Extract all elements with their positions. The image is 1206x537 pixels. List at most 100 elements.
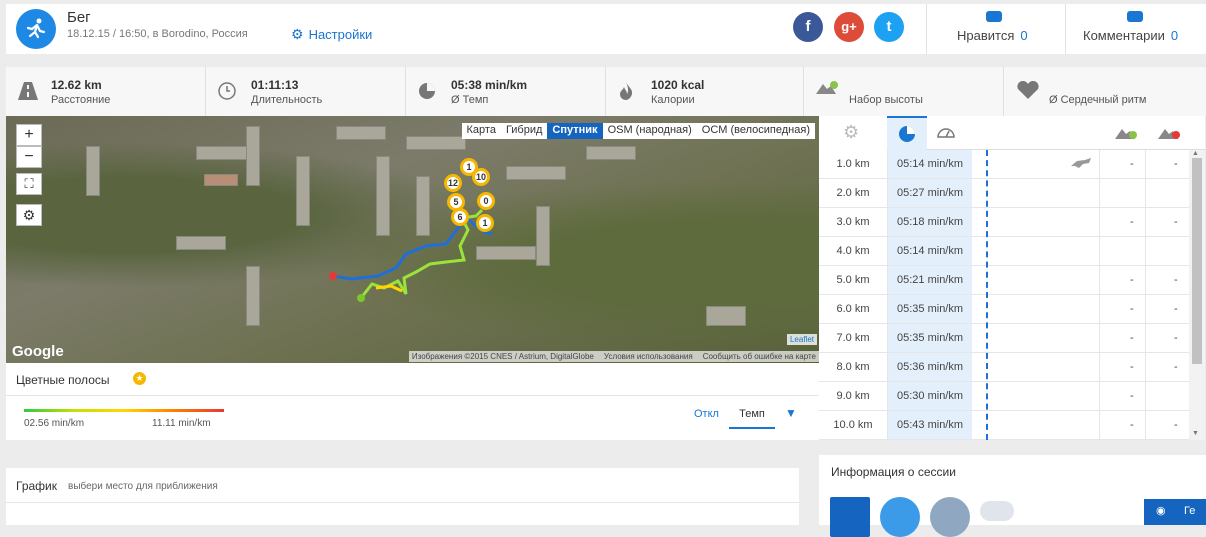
map-type-osm[interactable]: OSM (народная) [603,123,697,139]
split-elevation-up: - [1130,274,1134,286]
graph-panel: График выбери место для приближения [6,468,799,525]
twitter-share-button[interactable]: t [874,12,904,42]
km-marker-pin[interactable]: 1 [476,214,494,232]
route-map[interactable]: 1 12 10 5 0 6 1 + − ⛶ ⚙ Карта Гибрид Спу… [6,116,819,363]
split-distance: 5.0 km [836,274,870,286]
split-row[interactable]: 1.0 km 05:14 min/km - - [819,150,1189,179]
split-pace: 05:35 min/km [888,295,972,323]
split-row[interactable]: 5.0 km 05:21 min/km - - [819,266,1189,295]
split-elevation-up: - [1130,332,1134,344]
comments-counter[interactable]: Комментарии 0 [1083,28,1178,43]
google-plus-icon: g+ [841,19,857,34]
stat-label: Калории [651,94,695,106]
km-marker-pin[interactable]: 12 [444,174,462,192]
color-bars-title: Цветные полосы [16,373,110,387]
scroll-down-arrow[interactable]: ▼ [1192,430,1199,437]
zoom-in-button[interactable]: + [16,124,42,146]
stat-label: Расстояние [51,94,111,106]
split-row[interactable]: 8.0 km 05:36 min/km - - [819,353,1189,382]
stat-pace: 05:38 min/km Ø Темп [406,67,606,116]
flame-icon [618,82,634,105]
split-row[interactable]: 2.0 km 05:27 min/km [819,179,1189,208]
gear-icon: ⚙ [843,122,860,142]
likes-label: Нравится [957,28,1015,43]
like-icon [986,11,1002,22]
split-elevation-up: - [1130,361,1134,373]
gradient-min-label: 02.56 min/km [24,418,85,429]
color-bars-tempo-tab[interactable]: Темп [729,403,775,429]
splits-header: ⚙ [819,116,1205,150]
split-row[interactable]: 10.0 km 05:43 min/km - - [819,411,1189,440]
splits-scrollbar[interactable]: ▲ ▼ [1189,150,1205,440]
geo-button[interactable]: ◉ Ге [1144,499,1206,525]
activity-title: Бег [67,9,91,26]
graph-title: График [16,479,57,493]
split-row[interactable]: 6.0 km 05:35 min/km - - [819,295,1189,324]
color-bars-panel: Цветные полосы ★ 02.56 min/km 11.11 min/… [6,363,819,440]
stat-calories: 1020 kcal Калории [606,67,804,116]
split-distance: 2.0 km [836,187,870,199]
header-divider [1065,4,1066,54]
map-type-ocm[interactable]: OCM (велосипедная) [697,123,815,139]
facebook-share-button[interactable]: f [793,12,823,42]
split-pace: 05:27 min/km [888,179,972,207]
split-pace: 05:14 min/km [888,237,972,265]
report-error-link[interactable]: Сообщить об ошибке на карте [703,352,816,361]
km-marker-pin[interactable]: 10 [472,168,490,186]
elevation-up-icon [1115,129,1137,139]
stat-distance: 12.62 km Расстояние [6,67,206,116]
split-distance: 4.0 km [836,245,870,257]
geo-button-label: Ге [1184,505,1196,517]
col-elevation-down [1149,116,1189,150]
stat-value: 01:11:13 [251,78,299,92]
scroll-up-arrow[interactable]: ▲ [1192,150,1199,157]
fullscreen-icon: ⛶ [24,176,34,191]
split-pace: 05:43 min/km [888,411,972,439]
tab-speed[interactable] [927,116,967,150]
graph-hint: выбери место для приближения [68,481,218,492]
km-marker-pin[interactable]: 6 [451,208,469,226]
map-settings-button[interactable]: ⚙ [16,204,42,226]
split-elevation-up: - [1130,419,1134,431]
leaflet-attribution-link[interactable]: Leaflet [786,334,817,345]
divider [6,395,819,396]
stat-label: Ø Темп [451,94,489,106]
km-marker-pin[interactable]: 0 [477,192,495,210]
comments-count: 0 [1170,28,1179,43]
gear-icon: ⚙ [291,26,304,42]
map-type-hybrid[interactable]: Гибрид [501,123,547,139]
stat-value: 12.62 km [51,78,102,92]
google-plus-share-button[interactable]: g+ [834,12,864,42]
tab-pace[interactable] [887,116,927,150]
divider [6,502,799,503]
road-icon [18,82,38,105]
split-row[interactable]: 9.0 km 05:30 min/km - [819,382,1189,411]
split-row[interactable]: 4.0 km 05:14 min/km [819,237,1189,266]
settings-link[interactable]: ⚙ Настройки [291,26,372,43]
terms-link[interactable]: Условия использования [604,352,693,361]
map-type-map[interactable]: Карта [462,123,501,139]
zoom-out-button[interactable]: − [16,146,42,168]
split-row[interactable]: 7.0 km 05:35 min/km - - [819,324,1189,353]
session-info-panel: Информация о сессии ◉ Ге [819,455,1206,537]
split-row[interactable]: 3.0 km 05:18 min/km - - [819,208,1189,237]
likes-counter[interactable]: Нравится 0 [957,28,1028,43]
split-distance: 3.0 km [836,216,870,228]
scroll-thumb[interactable] [1192,158,1202,364]
camera-icon: ◉ [1156,505,1166,517]
clock-icon [218,82,236,105]
chevron-down-icon[interactable]: ▼ [785,406,797,420]
tab-settings[interactable]: ⚙ [819,116,887,150]
map-type-satellite[interactable]: Спутник [547,123,603,139]
split-elevation-down: - [1174,216,1178,228]
header-divider [926,4,927,54]
map-type-switcher: Карта Гибрид Спутник OSM (народная) OCM … [461,123,815,139]
split-elevation-up: - [1130,158,1134,170]
premium-star-icon: ★ [133,372,146,385]
likes-count: 0 [1020,28,1028,43]
color-bars-off-tab[interactable]: Откл [694,408,719,420]
fullscreen-button[interactable]: ⛶ [16,173,42,195]
split-elevation-up: - [1130,303,1134,315]
stat-value: 05:38 min/km [451,78,528,92]
terrain-icon [930,497,970,537]
